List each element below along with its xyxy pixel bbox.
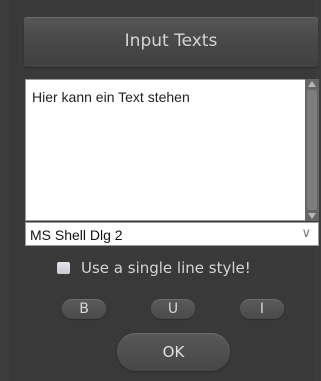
italic-button[interactable]: I xyxy=(240,299,284,319)
scrollbar-thumb[interactable] xyxy=(307,90,317,210)
scroll-up-icon[interactable] xyxy=(308,81,316,87)
single-line-style-label[interactable]: Use a single line style! xyxy=(81,259,251,277)
bold-button[interactable]: B xyxy=(62,299,106,319)
underline-button[interactable]: U xyxy=(151,299,195,319)
text-area-scrollbar[interactable] xyxy=(305,79,319,221)
dialog-title: Input Texts xyxy=(124,31,218,51)
text-input-value: Hier kann ein Text stehen xyxy=(32,89,190,105)
ok-button[interactable]: OK xyxy=(117,333,230,371)
scroll-down-icon[interactable] xyxy=(308,213,316,219)
font-select-value: MS Shell Dlg 2 xyxy=(30,227,123,243)
chevron-down-icon[interactable]: ∨ xyxy=(301,226,311,241)
dialog-left-edge xyxy=(0,0,11,381)
dialog-title-bar: Input Texts xyxy=(24,17,318,67)
input-texts-dialog: Input Texts Hier kann ein Text stehen MS… xyxy=(0,0,321,381)
text-input-area[interactable]: Hier kann ein Text stehen xyxy=(25,79,306,221)
font-select[interactable]: MS Shell Dlg 2 ∨ xyxy=(25,222,319,246)
single-line-style-checkbox[interactable] xyxy=(57,262,70,274)
